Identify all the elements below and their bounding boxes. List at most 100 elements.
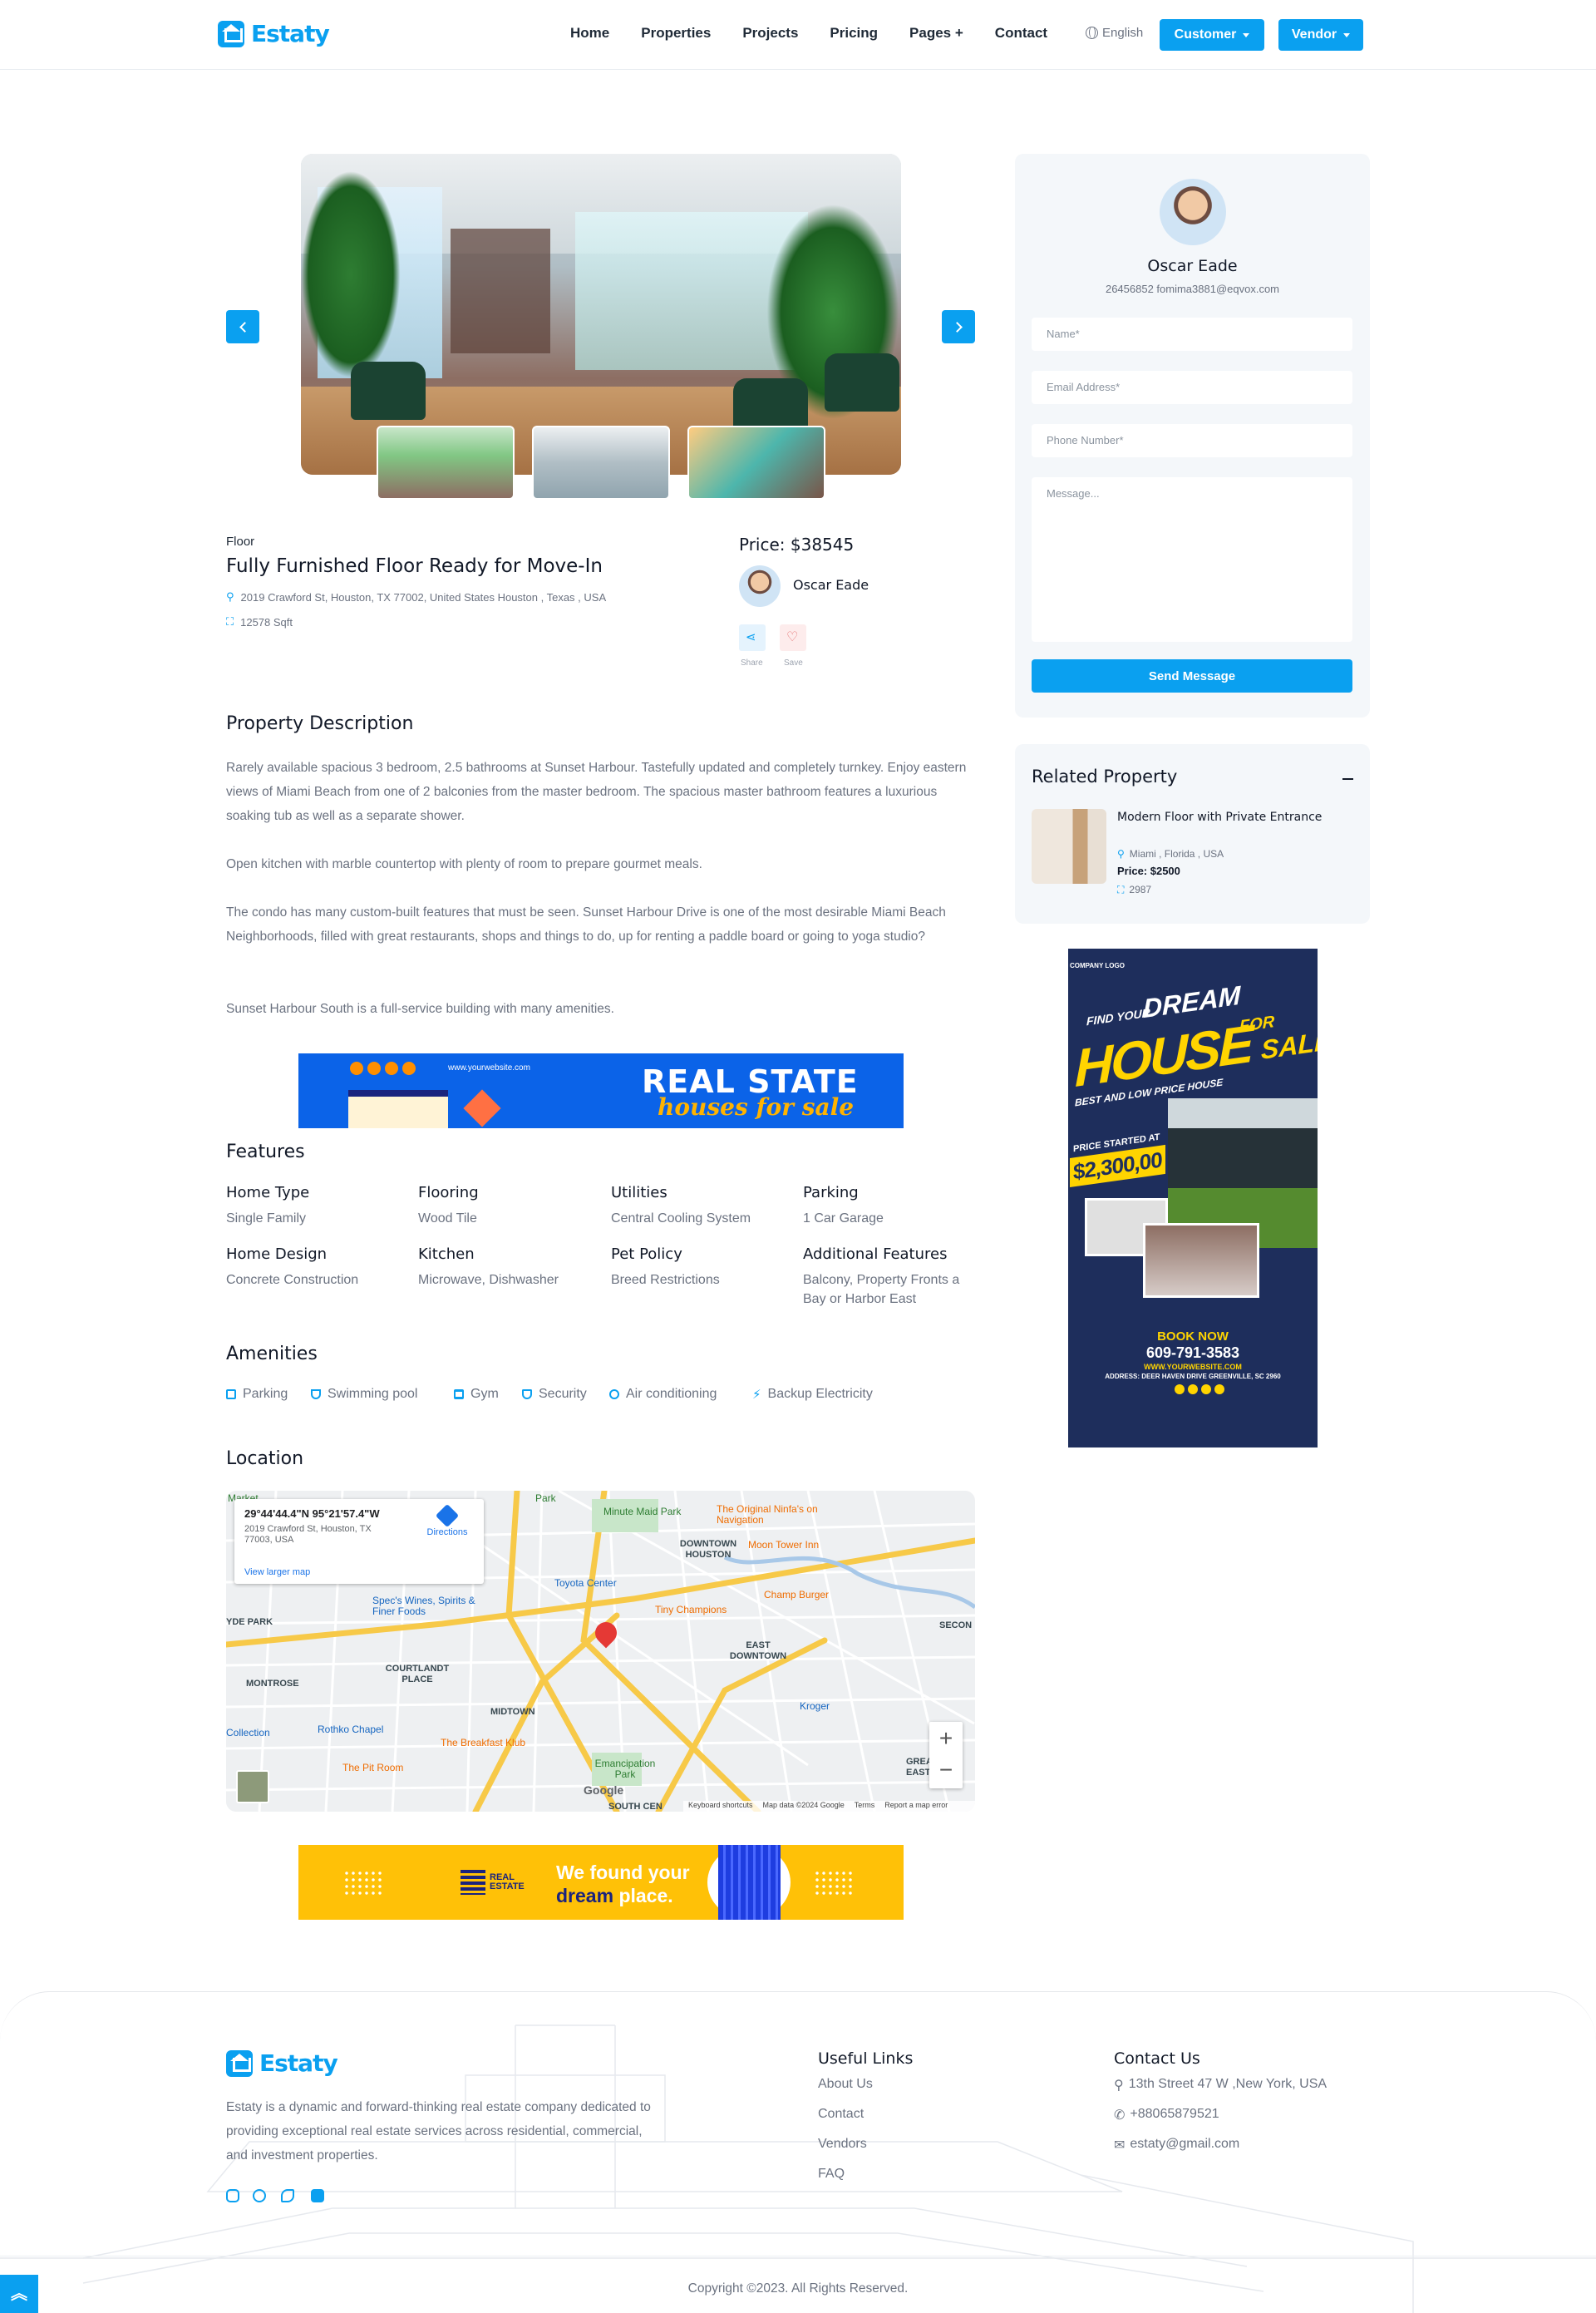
amenity-item: Security <box>522 1387 587 1402</box>
description-paragraph: The condo has many custom-built features… <box>226 905 946 944</box>
whatsapp-icon <box>402 1062 416 1075</box>
double-chevron-up-icon: ︽ <box>11 2285 27 2303</box>
sidebar-agent-name: Oscar Eade <box>1147 257 1238 275</box>
banner-subline: houses for sale <box>658 1093 855 1121</box>
save-button[interactable]: ♡ <box>780 624 806 651</box>
keyboard-shortcuts-link[interactable]: Keyboard shortcuts <box>688 1801 753 1812</box>
gallery-thumbnail[interactable] <box>377 426 515 500</box>
map-label: GREA EAST <box>906 1757 933 1778</box>
map-satellite-toggle[interactable] <box>236 1770 269 1803</box>
footer-about: Estaty is a dynamic and forward-thinking… <box>226 2100 651 2163</box>
sidebar-agent-contact: 26456852 fomima3881@eqvox.com <box>1105 283 1280 295</box>
heart-icon: ♡ <box>786 630 799 644</box>
shield-icon <box>522 1389 532 1399</box>
twitter-icon <box>385 1062 398 1075</box>
map-info-card: 29°44'44.4"N 95°21'57.4"W 2019 Crawford … <box>234 1499 484 1584</box>
map-label: DOWNTOWN HOUSTON <box>679 1539 737 1560</box>
dribbble-icon[interactable] <box>253 2189 266 2202</box>
ad-company-logo: COMPANY LOGO <box>1070 962 1125 969</box>
real-estate-banner-ad[interactable]: www.yourwebsite.com REAL STATE houses fo… <box>298 1053 904 1128</box>
nav-pricing[interactable]: Pricing <box>830 25 878 42</box>
footer-email[interactable]: ✉ estaty@gmail.com <box>1114 2137 1239 2153</box>
name-field[interactable]: Name* <box>1032 318 1352 351</box>
nav-home[interactable]: Home <box>570 25 609 42</box>
footer-link-faq[interactable]: FAQ <box>818 2167 845 2182</box>
youtube-icon[interactable] <box>311 2189 324 2202</box>
sidebar-agent-avatar <box>1160 179 1226 245</box>
zoom-out-button[interactable]: − <box>929 1755 963 1788</box>
dream-house-ad[interactable]: COMPANY LOGO FIND YOUR DREAM HOUSE FOR S… <box>1068 949 1318 1447</box>
map-data-text: Map data ©2024 Google <box>762 1801 845 1809</box>
nav-projects[interactable]: Projects <box>742 25 798 42</box>
footer-link-about[interactable]: About Us <box>818 2077 873 2092</box>
map-address: 77003, USA <box>244 1535 294 1545</box>
map-label: SOUTH CEN <box>608 1802 663 1812</box>
footer-link-contact[interactable]: Contact <box>818 2107 864 2122</box>
map-label: The Original Ninfa's on Navigation <box>717 1503 818 1526</box>
chevron-right-icon <box>951 321 963 333</box>
ad-address: ADDRESS: DEER HAVEN DRIVE GREENVILLE, SC… <box>1105 1373 1281 1380</box>
bolt-icon: ⚡ <box>752 1388 761 1402</box>
banner-line1: We found your <box>556 1862 690 1883</box>
dot-pattern <box>343 1870 385 1898</box>
vendor-dropdown-button[interactable]: Vendor <box>1278 19 1363 51</box>
feature-value: 1 Car Garage <box>803 1211 884 1226</box>
gallery-thumbnail[interactable] <box>687 426 825 500</box>
message-field[interactable]: Message... <box>1032 477 1352 642</box>
phone-field[interactable]: Phone Number* <box>1032 424 1352 457</box>
directions-button[interactable]: Directions <box>422 1503 472 1537</box>
related-property-title[interactable]: Modern Floor with Private Entrance <box>1117 809 1342 826</box>
ad-book-now: BOOK NOW <box>1157 1329 1229 1344</box>
vendor-label: Vendor <box>1291 27 1337 42</box>
feature-label: Utilities <box>611 1184 667 1201</box>
share-button[interactable]: ⋖ <box>739 624 766 651</box>
collapse-minus-icon[interactable] <box>1342 778 1353 780</box>
agent-avatar[interactable] <box>739 565 781 607</box>
description-heading: Property Description <box>226 713 414 734</box>
description-paragraph: Rarely available spacious 3 bedroom, 2.5… <box>226 761 967 823</box>
feature-label: Home Design <box>226 1245 328 1263</box>
property-title: Fully Furnished Floor Ready for Move-In <box>226 555 603 577</box>
footer-link-vendors[interactable]: Vendors <box>818 2137 867 2152</box>
email-field[interactable]: Email Address* <box>1032 371 1352 404</box>
report-error-link[interactable]: Report a map error <box>884 1801 948 1812</box>
related-property-image[interactable] <box>1032 809 1106 884</box>
nav-contact[interactable]: Contact <box>995 25 1047 42</box>
fan-icon <box>609 1389 619 1399</box>
instagram-icon[interactable] <box>226 2189 239 2202</box>
gallery-prev-button[interactable] <box>226 310 259 343</box>
view-larger-map-link[interactable]: View larger map <box>244 1567 310 1577</box>
footer-phone[interactable]: ✆ +88065879521 <box>1114 2107 1219 2123</box>
nav-properties[interactable]: Properties <box>641 25 711 42</box>
ad-find: FIND YOUR <box>1086 1005 1150 1028</box>
feature-value: Concrete Construction <box>226 1273 359 1287</box>
send-message-button[interactable]: Send Message <box>1032 659 1352 693</box>
dream-place-banner-ad[interactable]: REAL ESTATE We found your dream place. <box>298 1845 904 1920</box>
amenity-item: Parking <box>226 1387 288 1402</box>
facebook-icon <box>367 1062 381 1075</box>
contact-us-heading: Contact Us <box>1114 2049 1200 2068</box>
nav-pages[interactable]: Pages + <box>909 25 963 42</box>
agent-name[interactable]: Oscar Eade <box>793 577 869 593</box>
feature-value: Central Cooling System <box>611 1211 751 1226</box>
property-category: Floor <box>226 535 255 549</box>
terms-link[interactable]: Terms <box>855 1801 875 1812</box>
location-map[interactable]: Minute Maid Park The Original Ninfa's on… <box>226 1491 975 1812</box>
customer-dropdown-button[interactable]: Customer <box>1160 19 1264 51</box>
related-property-heading: Related Property <box>1032 767 1178 787</box>
scroll-to-top-button[interactable]: ︽ <box>0 2275 38 2313</box>
zoom-in-button[interactable]: + <box>929 1722 963 1755</box>
feature-label: Flooring <box>418 1184 479 1201</box>
map-label: Rothko Chapel <box>318 1724 384 1735</box>
gallery-thumbnail[interactable] <box>532 426 670 500</box>
map-attribution: Keyboard shortcuts Map data ©2024 Google… <box>683 1801 975 1812</box>
map-label: COURTLANDT PLACE <box>385 1664 450 1684</box>
gallery-next-button[interactable] <box>942 310 975 343</box>
description-paragraph: Sunset Harbour South is a full-service b… <box>226 1002 614 1016</box>
footer-brand-logo[interactable]: Estaty <box>226 2049 338 2077</box>
brand-logo[interactable]: Estaty <box>218 20 330 47</box>
customer-label: Customer <box>1174 27 1237 42</box>
location-heading: Location <box>226 1448 304 1469</box>
language-selector[interactable]: English <box>1086 26 1143 40</box>
twitter-icon[interactable] <box>281 2189 294 2202</box>
